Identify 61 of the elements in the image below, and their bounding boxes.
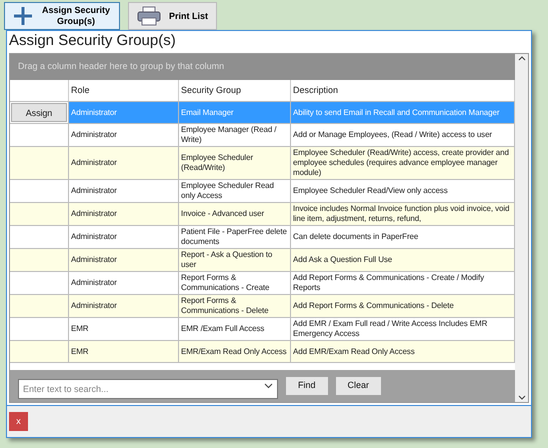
table-cell: Administrator (69, 180, 179, 202)
table-cell: Employee Scheduler (Read/Write) (179, 147, 291, 179)
column-header[interactable]: Security Group (179, 80, 291, 101)
table-cell: Add EMR / Exam Full read / Write Access Includes EMR Emergency Access (291, 318, 515, 340)
table-row[interactable]: Administrator Employee Scheduler Read only Access Employee Scheduler Read/View only access (10, 180, 515, 203)
toolbar-button[interactable]: Assign Security Group(s) (4, 2, 120, 30)
group-panel-hint: Drag a column header here to group by that column (18, 60, 224, 74)
search-field[interactable]: Enter text to search... (18, 379, 278, 399)
table-cell: EMR/Exam Read Only Access (179, 341, 291, 362)
table-cell: EMR /Exam Full Access (179, 318, 291, 340)
table-cell: Administrator (69, 147, 179, 179)
table-cell: Add Report Forms & Communications - Delete (291, 295, 515, 317)
table-cell: Administrator (69, 272, 179, 294)
table-cell: Employee Scheduler Read/View only access (291, 180, 515, 202)
toolbar-button[interactable]: Print List (128, 2, 218, 30)
table-cell: Administrator (69, 226, 179, 248)
table-row[interactable]: Administrator Report Forms & Communications - Delete Add Report Forms & Communications - Delete (10, 295, 515, 318)
table-cell: Ability to send Email in Recall and Communication Manager (291, 102, 515, 123)
table-row[interactable]: Administrator Report - Ask a Question to user Add Ask a Question Full Use (10, 249, 515, 272)
column-header[interactable]: Role (69, 80, 179, 101)
table-row[interactable]: EMR EMR/Exam Read Only Access Add EMR/Exam Read Only Access (10, 341, 515, 363)
table-cell: Employee Scheduler Read only Access (179, 180, 291, 202)
table-row[interactable]: Administrator Employee Scheduler (Read/Write) Employee Scheduler (Read/Write) access, create provider and employee schedules (requires advance employee manager module) (10, 147, 515, 180)
table-cell: Patient File - PaperFree delete documents (179, 226, 291, 248)
dialog-title: Assign Security Group(s) (8, 31, 177, 51)
table-row[interactable]: Assign Administrator Email Manager Ability to send Email in Recall and Communication Manager (10, 102, 515, 124)
chevron-up-icon (518, 56, 526, 61)
table-cell: Add EMR/Exam Read Only Access (291, 341, 515, 362)
table-row[interactable]: Administrator Employee Manager (Read / Write) Add or Manage Employees, (Read / Write) access to user (10, 124, 515, 147)
table-cell: Add Report Forms & Communications - Create / Modify Reports (291, 272, 515, 294)
table-cell: Invoice includes Normal Invoice function plus void invoice, void line item, adjustment, returns, refund, (291, 203, 515, 225)
assign-button[interactable]: Assign (11, 103, 67, 122)
table-cell: Administrator (69, 249, 179, 271)
table-cell: Administrator (69, 102, 179, 123)
table-cell: Can delete documents in PaperFree (291, 226, 515, 248)
table-cell: Report - Ask a Question to user (179, 249, 291, 271)
table-cell: Report Forms & Communications - Create (179, 272, 291, 294)
table-cell: Employee Manager (Read / Write) (179, 124, 291, 146)
chevron-down-icon (518, 395, 526, 400)
table-cell: Administrator (69, 124, 179, 146)
table-row[interactable]: EMR EMR /Exam Full Access Add EMR / Exam Full read / Write Access Includes EMR Emergency Access (10, 318, 515, 341)
toolbar-action-button[interactable]: Find (286, 377, 328, 395)
table-cell: Email Manager (179, 102, 291, 123)
chevron-down-icon (264, 383, 273, 389)
table-cell: EMR (69, 318, 179, 340)
table-cell: Administrator (69, 295, 179, 317)
table-row[interactable]: Administrator Invoice - Advanced user Invoice includes Normal Invoice function plus void invoice, void line item, adjustment, returns, refund, (10, 203, 515, 226)
table-row[interactable]: Administrator Patient File - PaperFree delete documents Can delete documents in PaperFree (10, 226, 515, 249)
table-cell: Add or Manage Employees, (Read / Write) access to user (291, 124, 515, 146)
table-cell: EMR (69, 341, 179, 362)
table-cell: Report Forms & Communications - Delete (179, 295, 291, 317)
close-button[interactable]: x (9, 412, 28, 431)
printer-icon (137, 6, 161, 26)
scrollbar[interactable] (515, 54, 528, 402)
table-cell: Administrator (69, 203, 179, 225)
table-row[interactable]: Administrator Report Forms & Communications - Create Add Report Forms & Communications - Create / Modify Reports (10, 272, 515, 295)
table-cell: Employee Scheduler (Read/Write) access, create provider and employee schedules (requires advance employee manager module) (291, 147, 515, 179)
table-cell: Invoice - Advanced user (179, 203, 291, 225)
plus-icon (13, 6, 33, 26)
table-cell: Add Ask a Question Full Use (291, 249, 515, 271)
toolbar-action-button[interactable]: Clear (336, 377, 382, 395)
